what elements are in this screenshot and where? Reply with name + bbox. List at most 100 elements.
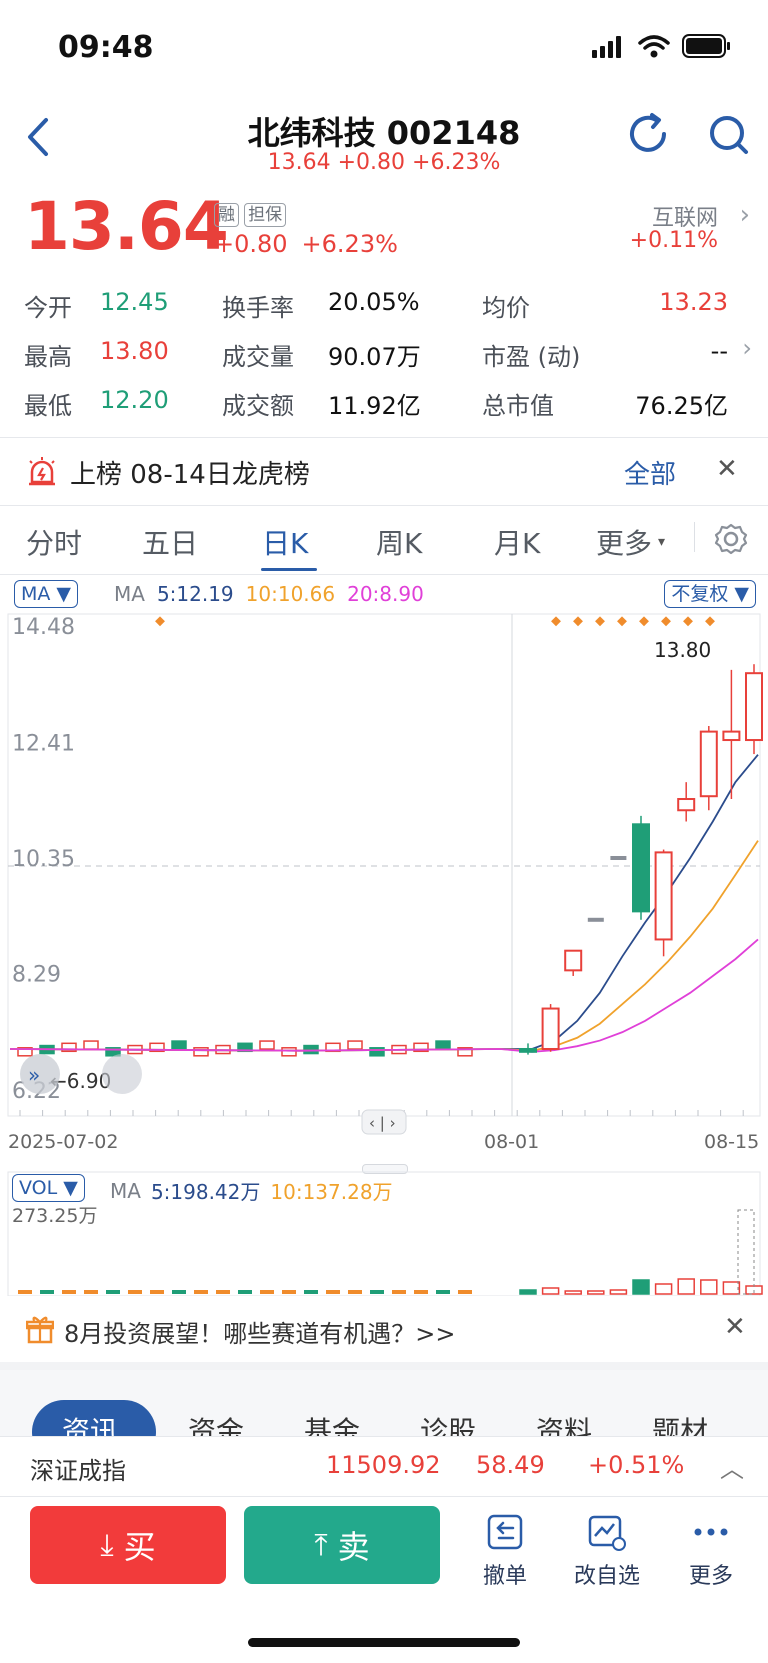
sector-change: +0.11% (629, 228, 718, 253)
promo-close-icon[interactable]: ✕ (724, 1312, 746, 1342)
history-candle (281, 1047, 297, 1057)
volume-bar (348, 1290, 362, 1294)
info-tab-mutual-fund[interactable]: 基金 (304, 1410, 360, 1436)
volume-bar (519, 1289, 537, 1295)
candle-body (564, 949, 583, 972)
history-candle (435, 1040, 451, 1050)
chevron-up-icon[interactable]: ︿ (720, 1449, 744, 1484)
scroll-right-button[interactable] (102, 1054, 142, 1094)
history-candle (369, 1047, 385, 1057)
candle-doji (587, 917, 604, 922)
pe-arrow-icon[interactable]: › (742, 334, 752, 362)
sell-button[interactable]: ⤒ 卖 (244, 1506, 440, 1584)
close-icon[interactable]: ✕ (716, 454, 738, 484)
volume-bar (106, 1290, 120, 1294)
more-button[interactable]: 更多 (666, 1508, 756, 1590)
promo-banner[interactable]: 8月投资展望！哪些赛道有机遇？>> ✕ (0, 1298, 768, 1362)
volume-projection (737, 1209, 755, 1295)
signal-dot (617, 616, 627, 627)
index-change: 58.49 (476, 1451, 545, 1479)
stat-value-low: 12.20 (100, 386, 169, 414)
download-icon: ⤓ (100, 1527, 114, 1563)
volume-bars (18, 1278, 763, 1295)
search-icon[interactable] (708, 112, 750, 158)
buy-button[interactable]: ⤓ 买 (30, 1506, 226, 1584)
info-tab-profile[interactable]: 资料 (536, 1410, 592, 1436)
edit-watchlist-icon (588, 1515, 626, 1551)
candle-body (541, 1007, 560, 1050)
candle-body (677, 798, 696, 812)
signal-dot (639, 616, 649, 627)
signal-dot (683, 616, 693, 627)
stock-tags: 融 担保 TTTT买卖 (214, 203, 287, 227)
sector-arrow-icon[interactable]: › (740, 200, 750, 230)
info-tab-funds[interactable]: 资金 (188, 1410, 244, 1436)
volume-bar (172, 1290, 186, 1294)
volume-bar (18, 1290, 32, 1294)
candle-body (654, 851, 673, 941)
dragon-tiger-banner[interactable]: 上榜 08-14日龙虎榜 全部 ✕ (0, 440, 768, 502)
index-value: 11509.92 (326, 1451, 441, 1479)
battery-icon (682, 34, 730, 58)
stat-label: 均价 (482, 294, 530, 322)
sell-label: 卖 (337, 1528, 370, 1566)
candles (519, 664, 763, 1055)
tab-monthly-k[interactable]: 月K (494, 522, 540, 562)
volume-bar (632, 1279, 650, 1295)
history-candle (347, 1040, 363, 1050)
volume-bar (62, 1290, 76, 1294)
tab-weekly-k[interactable]: 周K (376, 522, 422, 562)
promo-text: 8月投资展望！哪些赛道有机遇？>> (64, 1320, 456, 1348)
guarantee-tag: 担保 (244, 203, 287, 227)
tab-five-day[interactable]: 五日 (142, 522, 198, 562)
margin-tag: 融 (214, 203, 239, 227)
dragon-all-link[interactable]: 全部 (624, 454, 676, 491)
indicator-select[interactable]: MA ▼ (14, 580, 79, 608)
refresh-icon[interactable] (628, 112, 670, 158)
info-tab-themes[interactable]: 题材 (652, 1410, 708, 1436)
volume-bar (436, 1290, 450, 1294)
tab-more[interactable]: 更多 (596, 522, 652, 562)
candle-body (745, 672, 763, 742)
signal-dot (573, 616, 583, 627)
ma-label: MA (114, 582, 145, 606)
info-tab-diagnosis[interactable]: 诊股 (420, 1410, 476, 1436)
volume-bar (677, 1278, 695, 1295)
more-dots-icon (694, 1528, 728, 1536)
adjust-select[interactable]: 不复权 ▼ (664, 580, 756, 608)
current-price: 13.64 (24, 188, 229, 265)
stat-value-turnover: 20.05% (328, 288, 420, 316)
volume-bar (370, 1290, 384, 1294)
stat-value-amount: 11.92亿 (328, 392, 421, 420)
stat-label: 总市值 (482, 392, 554, 420)
dragon-text: 上榜 08-14日龙虎榜 (70, 460, 310, 490)
cancel-order-icon (487, 1514, 523, 1550)
x-mid-label: 08-01 (484, 1131, 539, 1150)
stat-label: 今开 (24, 294, 72, 322)
ma5-value: 5:12.19 (156, 582, 234, 606)
stat-label: 成交量 (222, 343, 294, 371)
cancel-order-button[interactable]: 撤单 (460, 1508, 550, 1590)
more-label: 更多 (688, 1564, 733, 1589)
candle-body (699, 730, 718, 798)
index-name: 深证成指 (30, 1457, 126, 1485)
volume-bar (700, 1279, 718, 1295)
tab-intraday[interactable]: 分时 (26, 522, 82, 562)
info-tab-news[interactable]: 资讯 (62, 1410, 118, 1436)
volume-chart: 273.25万 (7, 1171, 763, 1296)
edit-watchlist-button[interactable]: 改自选 (562, 1508, 652, 1590)
gear-icon[interactable] (714, 522, 748, 556)
candle-body (722, 730, 741, 742)
stat-label: 最高 (24, 343, 72, 371)
stat-label: 最低 (24, 392, 72, 420)
zoom-handle[interactable]: ‹ | › (361, 1109, 407, 1135)
signal-dot (155, 616, 165, 627)
price-change: +0.80 +6.23% (214, 230, 398, 258)
y-tick-label: 10.35 (12, 847, 75, 872)
home-indicator (248, 1638, 520, 1647)
scroll-left-button[interactable]: » (20, 1054, 60, 1094)
index-bar[interactable]: 深证成指 11509.92 58.49 +0.51% ︿ (0, 1436, 768, 1495)
volume-bar (238, 1290, 252, 1294)
kline-chart[interactable]: 14.4812.4110.358.296.22 ←6.90 13.80 » 20… (0, 610, 768, 1150)
tab-daily-k[interactable]: 日K (262, 522, 308, 562)
